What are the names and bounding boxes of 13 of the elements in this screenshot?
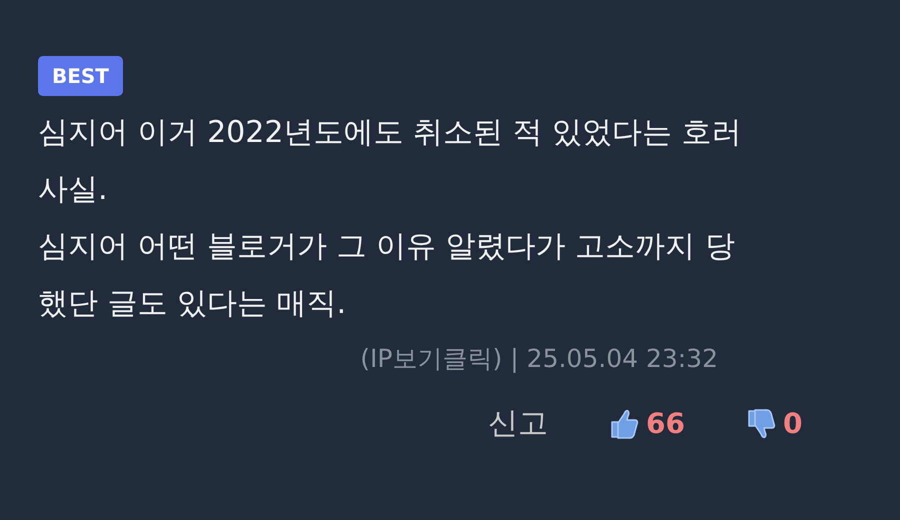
comment-text: 했단 글도 있다는 매직. [38,285,348,323]
thumbs-up-icon[interactable] [610,408,640,440]
timestamp: 25.05.04 23:32 [526,343,718,375]
report-button[interactable]: 신고 [488,404,548,444]
comment-text: 심지어 이거 2022년도에도 취소된 적 있었다는 호러 [38,114,743,152]
dislike-count: 0 [782,406,802,442]
thumbs-down-icon[interactable] [746,408,777,440]
best-badge: BEST [38,56,123,96]
comment-text: 사실. [38,171,109,209]
like-count: 66 [646,406,685,442]
separator: | [510,343,519,375]
comment-text: 심지어 어떤 블로거가 그 이유 알렸다가 고소까지 당 [38,228,736,266]
ip-link[interactable]: (IP보기클릭) [360,342,502,376]
